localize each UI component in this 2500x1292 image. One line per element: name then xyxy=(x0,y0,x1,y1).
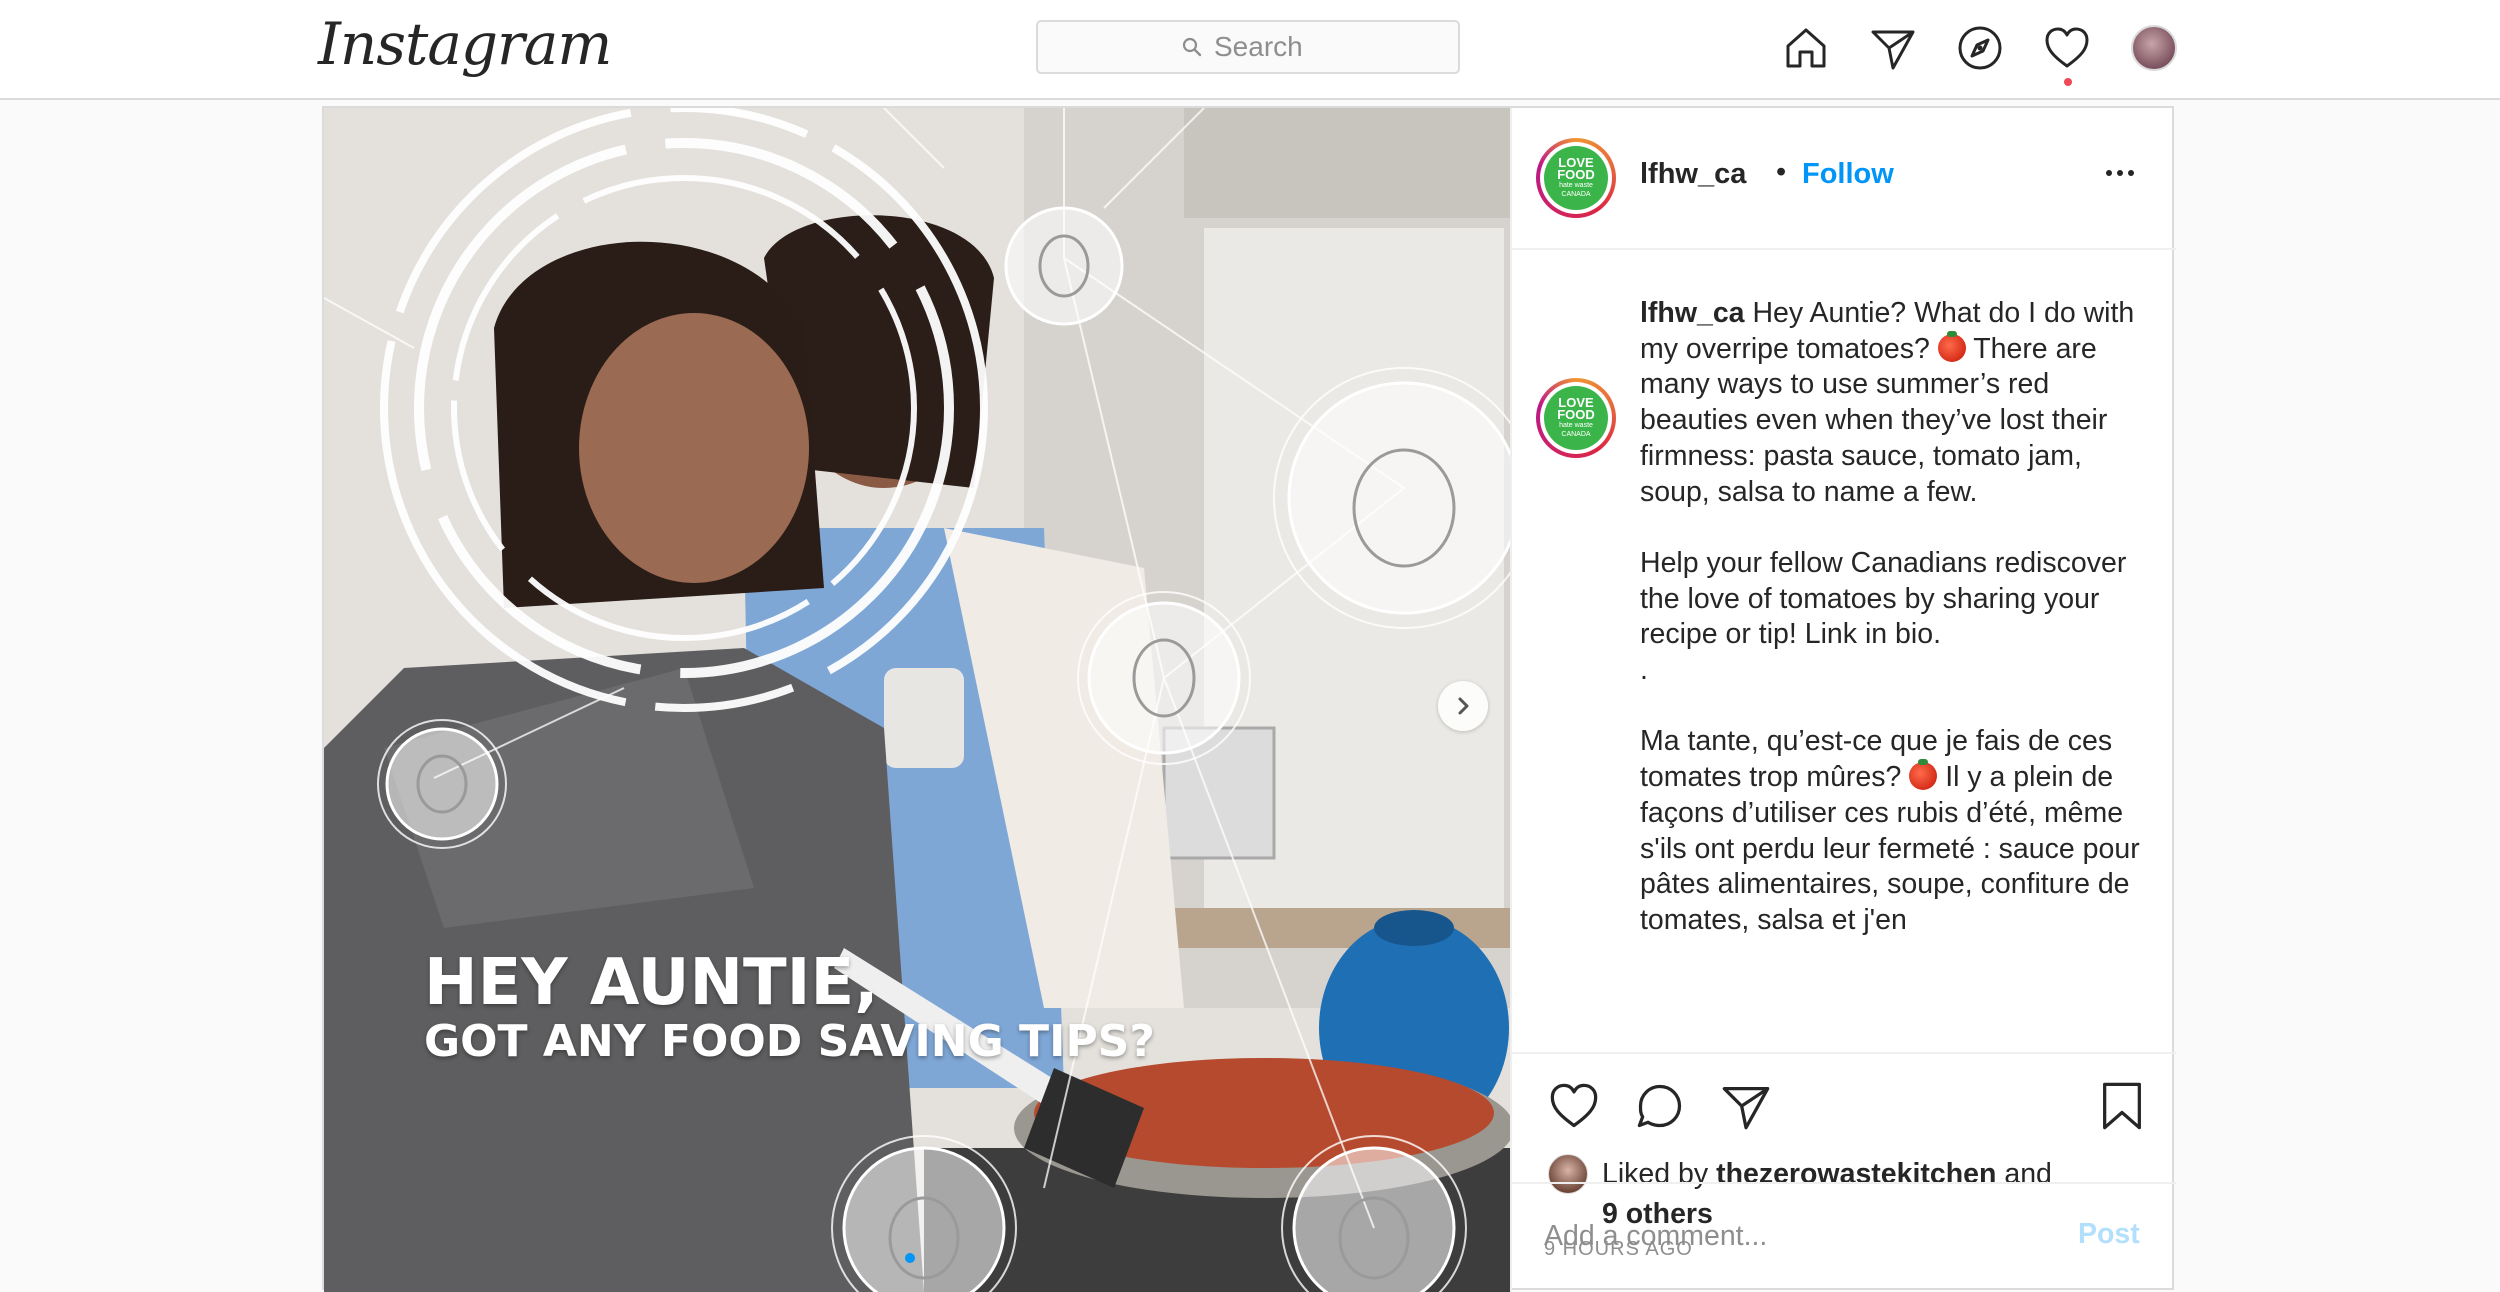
carousel-next-button[interactable] xyxy=(1438,681,1488,731)
caption-p3: . xyxy=(1640,654,1648,687)
chevron-right-icon xyxy=(1458,697,1469,715)
caption-p2: Help your fellow Canadians rediscover th… xyxy=(1640,546,2127,651)
search-input[interactable] xyxy=(1214,31,1314,63)
logo-text-hate-waste: hate waste xyxy=(1559,422,1593,429)
save-button[interactable] xyxy=(2094,1078,2150,1134)
comment-icon xyxy=(1637,1084,1682,1128)
kitchen-scene-illustration xyxy=(324,108,1510,1292)
caption-author-avatar[interactable]: LOVE FOOD hate waste CANADA xyxy=(1536,378,1616,458)
post-comment-button[interactable]: Post xyxy=(2078,1218,2140,1251)
explore-icon[interactable] xyxy=(1954,22,2006,74)
follow-button[interactable]: Follow xyxy=(1802,158,1894,191)
post-image[interactable]: HEY AUNTIE, GOT ANY FOOD SAVING TIPS? xyxy=(324,108,1510,1292)
overlay-line-1: HEY AUNTIE, xyxy=(424,946,879,1020)
comment-button[interactable] xyxy=(1632,1078,1688,1134)
direct-icon[interactable] xyxy=(1867,22,1919,74)
post-header: LOVE FOOD hate waste CANADA lfhw_ca • Fo… xyxy=(1512,108,2176,250)
activity-heart-icon[interactable] xyxy=(2041,22,2093,86)
share-button[interactable] xyxy=(1718,1078,1774,1134)
love-food-hate-waste-logo: LOVE FOOD hate waste CANADA xyxy=(1544,146,1608,210)
logo-text-canada: CANADA xyxy=(1561,191,1591,198)
comment-bar: Post xyxy=(1512,1182,2176,1292)
overlay-line-2: GOT ANY FOOD SAVING TIPS? xyxy=(424,1016,1155,1068)
caption-text: lfhw_ca Hey Auntie? What do I do with my… xyxy=(1640,296,2150,1040)
logo-text-food: FOOD xyxy=(1557,167,1595,182)
avatar-inner: LOVE FOOD hate waste CANADA xyxy=(1540,142,1612,214)
more-options-icon[interactable] xyxy=(2106,170,2134,176)
home-icon[interactable] xyxy=(1780,22,1832,74)
love-food-hate-waste-logo: LOVE FOOD hate waste CANADA xyxy=(1544,386,1608,450)
tomato-emoji-icon xyxy=(1909,759,1938,791)
logo-text-hate-waste: hate waste xyxy=(1559,182,1593,189)
avatar-inner: LOVE FOOD hate waste CANADA xyxy=(1540,382,1612,454)
profile-avatar[interactable] xyxy=(2128,22,2180,74)
search-icon xyxy=(1182,37,1202,57)
comment-input[interactable] xyxy=(1544,1214,2024,1258)
notification-dot xyxy=(2064,78,2072,86)
heart-icon xyxy=(1550,1083,1598,1128)
top-nav: Instagram xyxy=(0,0,2500,100)
header-separator: • xyxy=(1776,156,1787,188)
logo-text-food: FOOD xyxy=(1557,407,1595,422)
author-avatar[interactable]: LOVE FOOD hate waste CANADA xyxy=(1536,138,1616,218)
author-username[interactable]: lfhw_ca xyxy=(1640,158,1746,191)
tomato-emoji-icon xyxy=(1937,330,1966,362)
bookmark-icon xyxy=(2103,1082,2141,1130)
instagram-logo[interactable]: Instagram xyxy=(318,10,612,78)
caption-username[interactable]: lfhw_ca xyxy=(1640,297,1745,329)
direct-share-icon xyxy=(1722,1087,1770,1130)
post-side-panel: LOVE FOOD hate waste CANADA lfhw_ca • Fo… xyxy=(1510,108,2176,1292)
post-card: HEY AUNTIE, GOT ANY FOOD SAVING TIPS? LO… xyxy=(322,106,2176,1292)
avatar xyxy=(2131,25,2177,71)
like-button[interactable] xyxy=(1546,1078,1602,1134)
image-overlay-title: HEY AUNTIE, GOT ANY FOOD SAVING TIPS? xyxy=(424,948,1155,1067)
search-box[interactable] xyxy=(1036,20,1460,74)
nav-icons xyxy=(1780,22,2215,86)
logo-text-canada: CANADA xyxy=(1561,431,1591,438)
